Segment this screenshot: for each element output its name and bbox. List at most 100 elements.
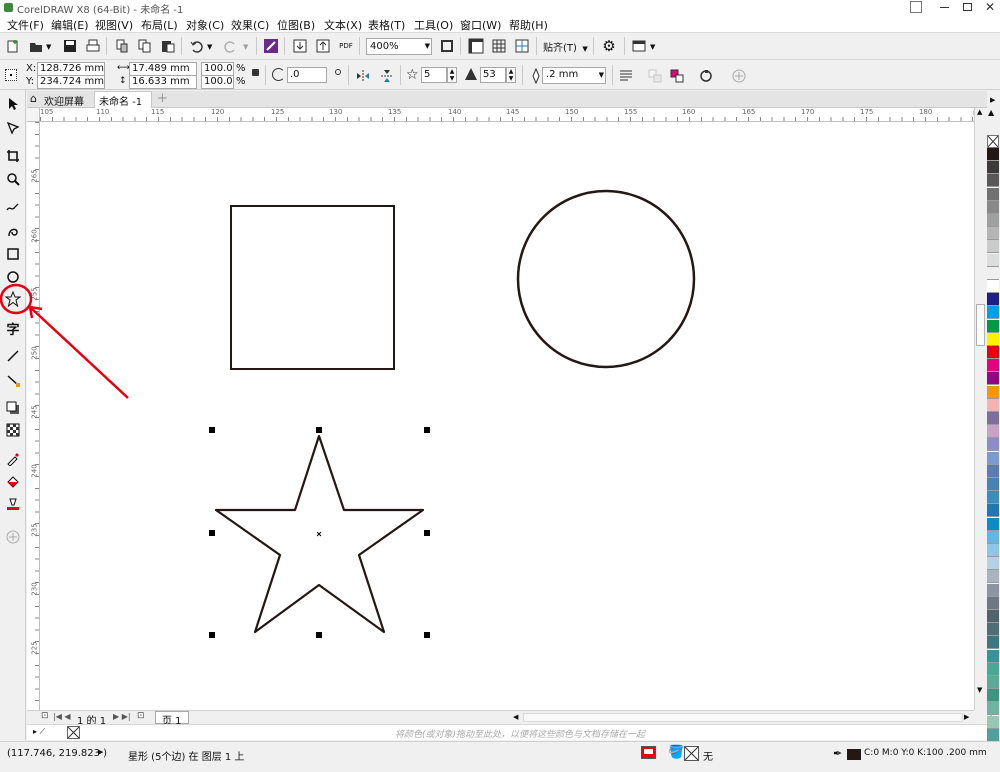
menu-tools[interactable]: 工具(O)	[414, 17, 453, 33]
transparency-tool[interactable]	[3, 420, 23, 440]
cut-icon[interactable]	[113, 37, 131, 55]
redo-icon[interactable]	[222, 37, 240, 55]
pick-tool[interactable]	[3, 94, 23, 114]
launcher-dropdown-icon[interactable]: ▼	[650, 43, 655, 51]
color-swatch[interactable]	[987, 650, 999, 663]
convert-to-curves-icon[interactable]	[697, 67, 715, 85]
color-swatch[interactable]	[987, 320, 999, 333]
menu-file[interactable]: 文件(F)	[7, 17, 44, 33]
hscroll-left-icon[interactable]: ◀	[513, 713, 518, 721]
copy-icon[interactable]	[136, 37, 154, 55]
new-tab-icon[interactable]: +	[157, 91, 168, 106]
color-swatch[interactable]	[987, 597, 999, 610]
paste-icon[interactable]	[159, 37, 177, 55]
outline-dropdown-icon[interactable]: ▼	[599, 71, 604, 79]
menu-text[interactable]: 文本(X)	[324, 17, 362, 33]
page-tab-1[interactable]: 页 1	[155, 711, 189, 727]
minimize-button[interactable]	[940, 7, 949, 8]
color-swatch[interactable]	[987, 623, 999, 636]
y-position-field[interactable]: 234.724 mm	[37, 75, 105, 89]
new-document-icon[interactable]	[4, 37, 22, 55]
color-swatch[interactable]	[987, 306, 999, 319]
color-swatch[interactable]	[987, 557, 999, 570]
selection-handle-se[interactable]	[424, 632, 430, 638]
color-swatch[interactable]	[987, 412, 999, 425]
add-tool-icon[interactable]	[3, 527, 23, 547]
menu-view[interactable]: 视图(V)	[95, 17, 133, 33]
selection-handle-sw[interactable]	[209, 632, 215, 638]
x-position-field[interactable]: 128.726 mm	[37, 62, 105, 76]
user-icon[interactable]	[910, 1, 922, 13]
color-swatch[interactable]	[987, 570, 999, 583]
show-grid-icon[interactable]	[490, 37, 508, 55]
color-swatch[interactable]	[987, 610, 999, 623]
color-swatch[interactable]	[987, 584, 999, 597]
color-swatch[interactable]	[987, 716, 999, 729]
tab-document[interactable]: 未命名 -1	[94, 91, 152, 108]
height-field[interactable]: 16.633 mm	[129, 75, 197, 89]
open-folder-icon[interactable]	[27, 37, 45, 55]
color-swatch[interactable]	[987, 438, 999, 451]
square-shape[interactable]	[230, 205, 395, 370]
status-expand-icon[interactable]: ▶	[98, 748, 103, 756]
outline-color-swatch[interactable]	[847, 749, 861, 760]
zoom-tool[interactable]	[3, 169, 23, 189]
color-swatch[interactable]	[987, 372, 999, 385]
color-swatch[interactable]	[987, 174, 999, 187]
crop-tool[interactable]	[3, 146, 23, 166]
color-swatch[interactable]	[987, 280, 999, 293]
color-swatch[interactable]	[987, 544, 999, 557]
restore-button[interactable]	[963, 3, 972, 11]
first-page-icon[interactable]: ⊡	[41, 711, 49, 721]
color-swatch[interactable]	[987, 201, 999, 214]
ruler-corner[interactable]	[27, 108, 40, 121]
mirror-vertical-icon[interactable]	[378, 67, 396, 85]
color-swatch[interactable]	[987, 254, 999, 267]
horizontal-ruler[interactable]: 105 110 115 120 125 130 135 140 145 150 …	[27, 108, 987, 122]
to-front-icon[interactable]	[646, 67, 664, 85]
sharpness-spinner[interactable]: ▲ ▼	[506, 67, 516, 83]
drawing-canvas[interactable]	[40, 122, 974, 710]
rotation-angle-field[interactable]: .0	[287, 67, 327, 83]
add-page-icon[interactable]: ⊡	[137, 711, 145, 721]
color-swatch[interactable]	[987, 148, 999, 161]
star-points-field[interactable]: 5	[421, 67, 447, 83]
redo-dropdown-icon[interactable]: ▼	[243, 43, 248, 51]
color-swatch[interactable]	[987, 293, 999, 306]
to-back-icon[interactable]	[668, 67, 686, 85]
zoom-level-select[interactable]: 400% ▼	[366, 38, 432, 55]
color-swatch[interactable]	[987, 504, 999, 517]
menu-effects[interactable]: 效果(C)	[231, 17, 269, 33]
publish-pdf-icon[interactable]: PDF	[337, 37, 355, 55]
lock-ratio-icon[interactable]	[252, 69, 259, 76]
no-color-swatch[interactable]	[987, 135, 999, 148]
add-toolbar-icon[interactable]	[730, 67, 748, 85]
color-swatch[interactable]	[987, 636, 999, 649]
color-swatch[interactable]	[987, 359, 999, 372]
color-swatch[interactable]	[987, 518, 999, 531]
color-swatch[interactable]	[987, 188, 999, 201]
color-swatch[interactable]	[987, 333, 999, 346]
selection-handle-s[interactable]	[316, 632, 322, 638]
snap-to-dropdown[interactable]: 贴齐(T) ▼	[543, 39, 588, 54]
menu-window[interactable]: 窗口(W)	[460, 17, 501, 33]
selection-handle-n[interactable]	[316, 427, 322, 433]
color-swatch[interactable]	[987, 346, 999, 359]
outline-width-select[interactable]: .2 mm ▼	[542, 67, 606, 84]
menu-edit[interactable]: 编辑(E)	[51, 17, 89, 33]
color-swatch[interactable]	[987, 478, 999, 491]
undo-dropdown-icon[interactable]: ▼	[207, 43, 212, 51]
menu-bitmap[interactable]: 位图(B)	[277, 17, 315, 33]
smart-fill-tool[interactable]	[3, 494, 23, 514]
color-swatch[interactable]	[987, 227, 999, 240]
scale-width-field[interactable]: 100.0	[201, 62, 234, 76]
open-dropdown-icon[interactable]: ▼	[46, 43, 51, 51]
tab-welcome[interactable]: ⌂ 欢迎屏幕	[27, 91, 91, 108]
hscroll-right-icon[interactable]: ▶	[964, 713, 969, 721]
smart-drawing-tool[interactable]	[3, 221, 23, 241]
color-swatch[interactable]	[987, 676, 999, 689]
search-content-icon[interactable]	[262, 37, 280, 55]
application-launcher-icon[interactable]	[630, 37, 648, 55]
color-swatch[interactable]	[987, 399, 999, 412]
color-swatch[interactable]	[987, 267, 999, 280]
